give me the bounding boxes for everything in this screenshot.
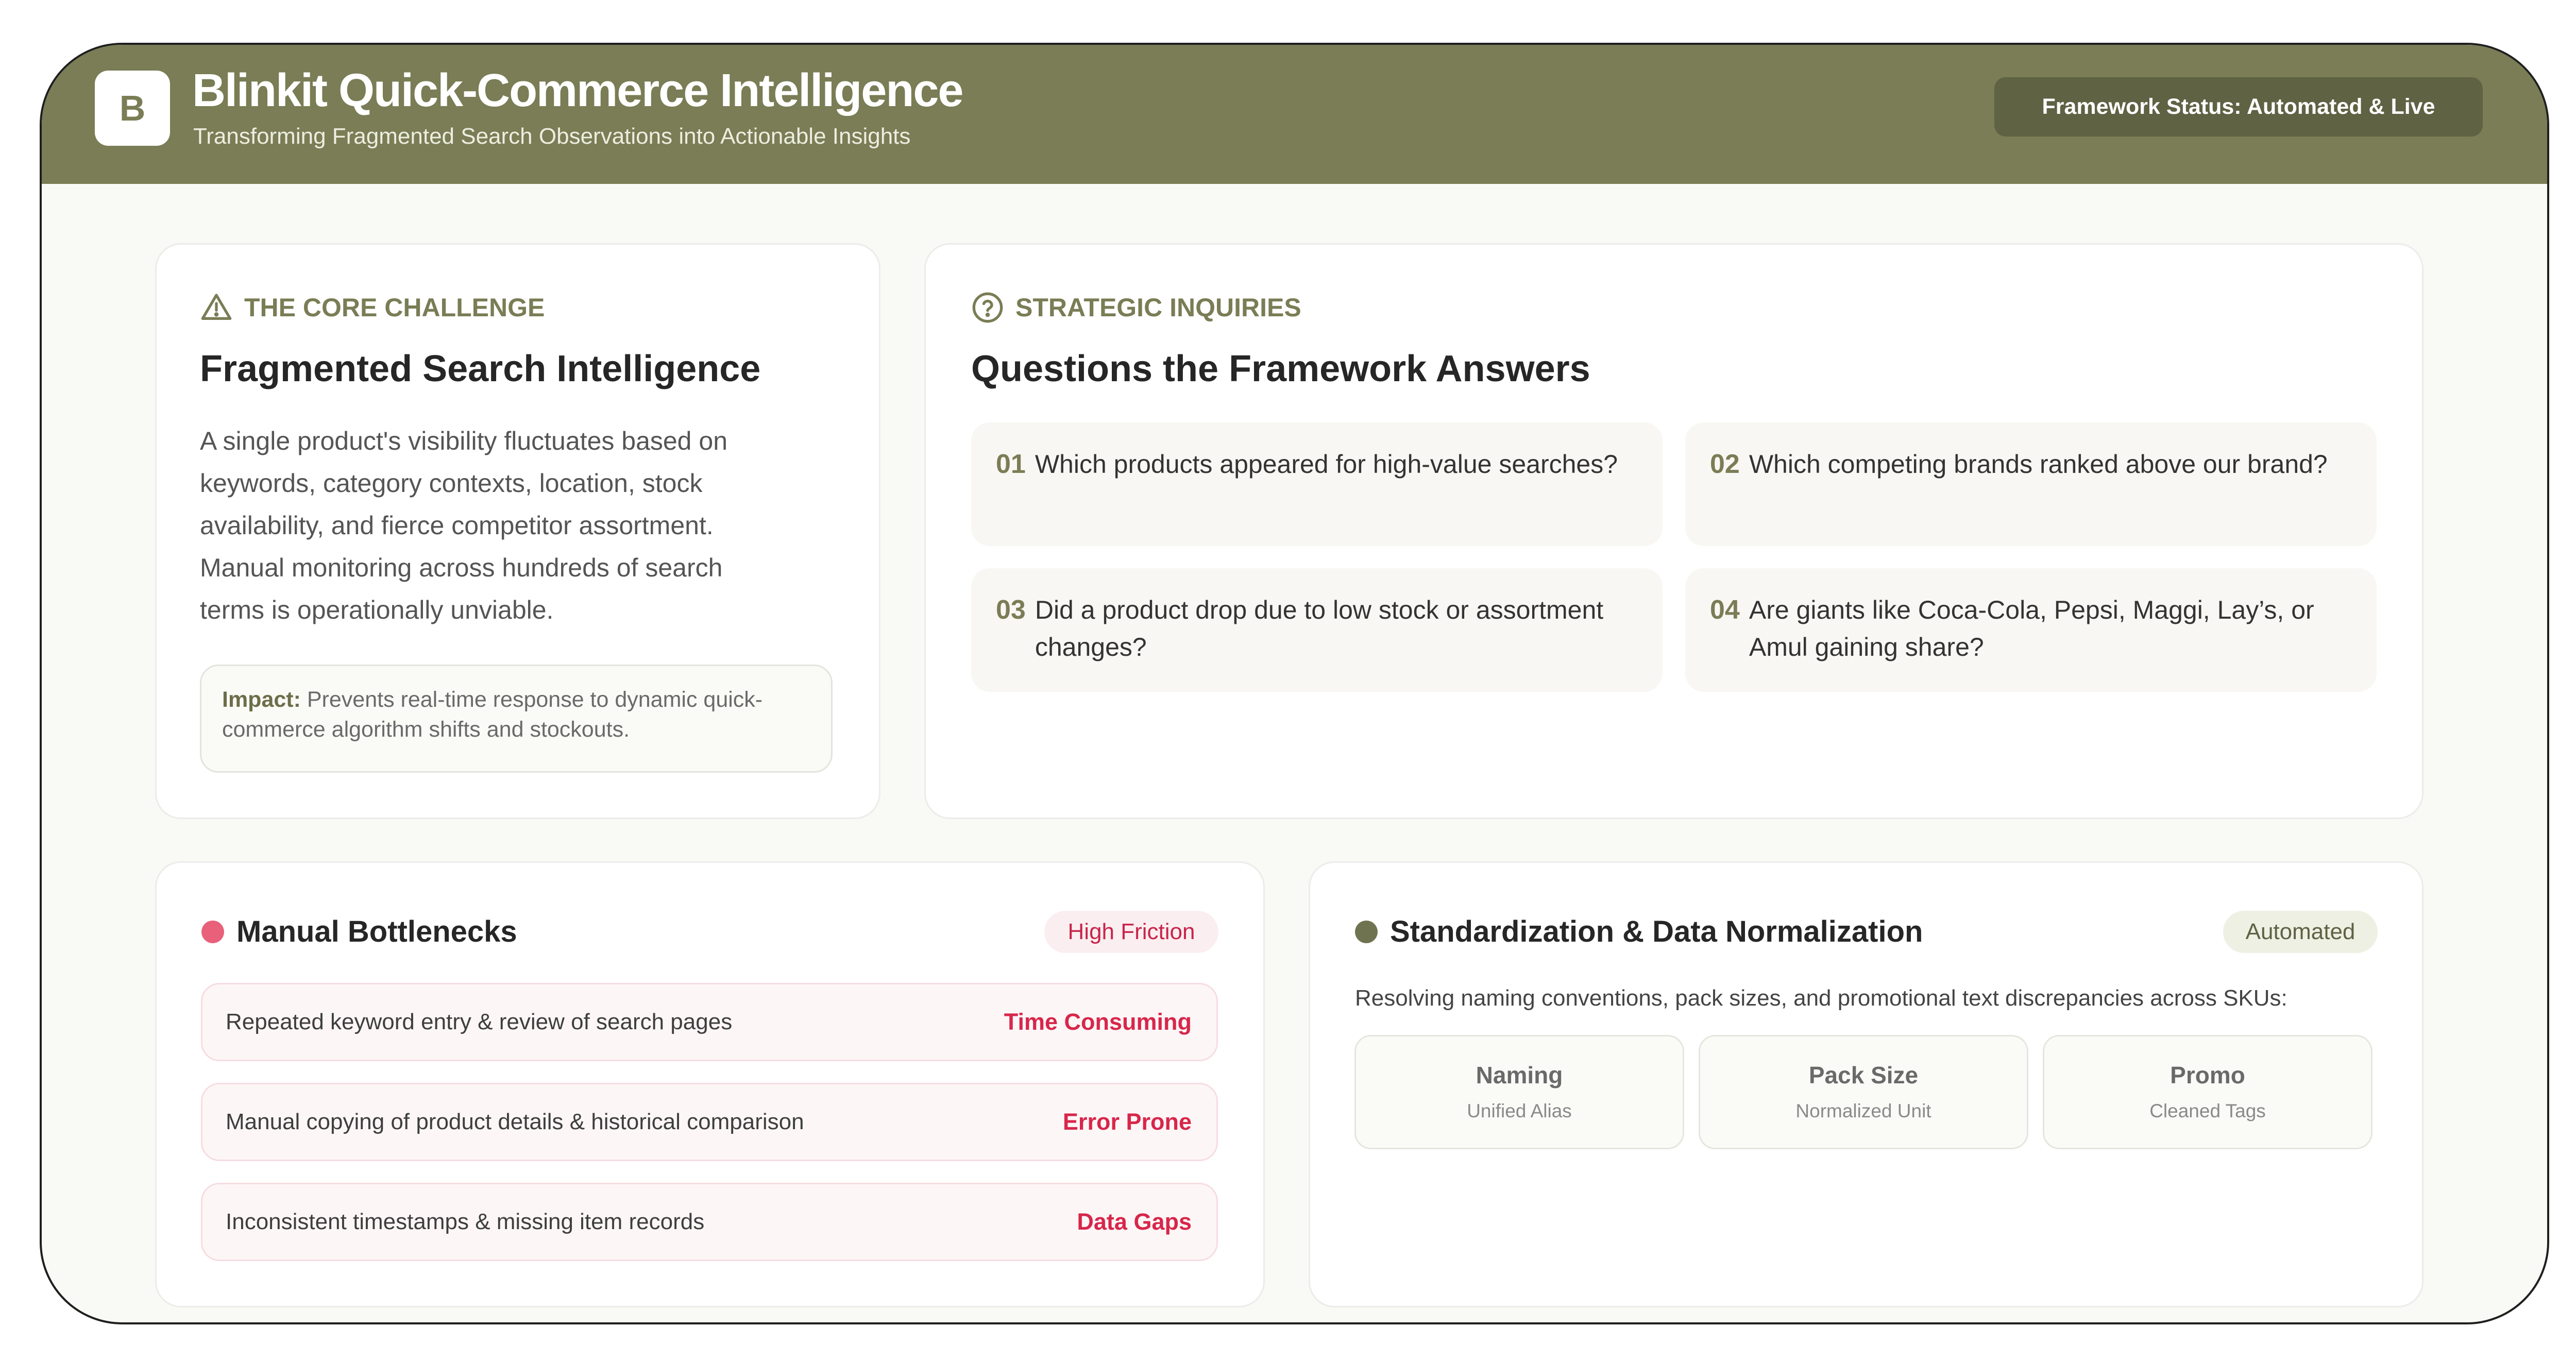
normalization-card: Standardization & Data Normalization Aut… (1309, 861, 2424, 1307)
normalization-box: Naming Unified Alias (1354, 1035, 1684, 1149)
question-text: Which products appeared for high-value s… (1035, 450, 1618, 479)
core-challenge-title: Fragmented Search Intelligence (200, 348, 761, 389)
question-card: 01 Which products appeared for high-valu… (971, 422, 1663, 546)
bottleneck-text: Manual copying of product details & hist… (226, 1109, 804, 1134)
normalization-box-label: Pack Size (1808, 1062, 1919, 1088)
app-subtitle: Transforming Fragmented Search Observati… (193, 124, 911, 149)
bottleneck-row: Inconsistent timestamps & missing item r… (201, 1183, 1218, 1261)
strategic-inquiries-card: STRATEGIC INQUIRIES Questions the Framew… (924, 243, 2424, 819)
normalization-box: Promo Cleaned Tags (2043, 1035, 2372, 1149)
manual-bottlenecks-card: Manual Bottlenecks High Friction Repeate… (155, 861, 1265, 1307)
normalization-description: Resolving naming conventions, pack sizes… (1355, 985, 2287, 1011)
question-card: 04 Are giants like Coca-Cola, Pepsi, Mag… (1685, 568, 2377, 692)
question-number: 02 (1710, 449, 1740, 479)
question-number: 01 (996, 449, 1026, 479)
bottleneck-row: Manual copying of product details & hist… (201, 1083, 1218, 1161)
core-challenge-eyebrow: THE CORE CHALLENGE (200, 291, 545, 324)
impact-label: Impact: (222, 687, 301, 712)
app-header: B Blinkit Quick-Commerce Intelligence Tr… (42, 45, 2547, 184)
bottleneck-tag: Time Consuming (1004, 1009, 1192, 1035)
bottleneck-row: Repeated keyword entry & review of searc… (201, 983, 1218, 1061)
brand-logo: B (95, 71, 170, 146)
question-text: Did a product drop due to low stock or a… (1035, 596, 1604, 661)
strategic-inquiries-label: STRATEGIC INQUIRIES (1015, 293, 1301, 322)
normalization-box-sub: Unified Alias (1467, 1100, 1572, 1121)
strategic-inquiries-eyebrow: STRATEGIC INQUIRIES (971, 291, 1301, 324)
question-text: Which competing brands ranked above our … (1749, 450, 2328, 479)
normalization-box-label: Promo (2170, 1062, 2245, 1088)
app-window: B Blinkit Quick-Commerce Intelligence Tr… (40, 43, 2549, 1324)
normalization-box-sub: Cleaned Tags (2149, 1100, 2266, 1121)
description-line: A single product's visibility fluctuates… (200, 427, 727, 455)
automated-badge: Automated (2223, 911, 2378, 953)
core-challenge-label: THE CORE CHALLENGE (244, 293, 545, 322)
high-friction-badge: High Friction (1044, 911, 1218, 953)
normalization-box-label: Naming (1476, 1062, 1563, 1088)
core-challenge-card: THE CORE CHALLENGE Fragmented Search Int… (155, 243, 880, 819)
question-text: Are giants like Coca-Cola, Pepsi, Maggi,… (1749, 596, 2314, 661)
app-title: Blinkit Quick-Commerce Intelligence (192, 65, 963, 116)
bottleneck-tag: Error Prone (1062, 1109, 1192, 1135)
framework-status-badge: Framework Status: Automated & Live (1994, 77, 2483, 137)
core-challenge-description: A single product's visibility fluctuates… (200, 420, 849, 631)
status-dot (201, 921, 224, 943)
description-line: terms is operationally unviable. (200, 596, 554, 624)
question-card: 02 Which competing brands ranked above o… (1685, 422, 2377, 546)
impact-note: Impact: Prevents real-time response to d… (200, 665, 833, 773)
question-circle-icon (972, 292, 1003, 323)
impact-text: Prevents real-time response to dynamic q… (222, 687, 763, 742)
description-line: keywords, category contexts, location, s… (200, 469, 703, 498)
question-card: 03 Did a product drop due to low stock o… (971, 568, 1663, 692)
question-number: 03 (996, 595, 1026, 625)
normalization-title: Standardization & Data Normalization (1390, 915, 1923, 948)
normalization-box: Pack Size Normalized Unit (1699, 1035, 2028, 1149)
bottleneck-tag: Data Gaps (1077, 1209, 1192, 1235)
question-number: 04 (1710, 595, 1740, 625)
status-dot (1355, 921, 1378, 943)
description-line: availability, and fierce competitor asso… (200, 511, 714, 540)
manual-bottlenecks-title: Manual Bottlenecks (236, 915, 517, 948)
strategic-inquiries-title: Questions the Framework Answers (971, 348, 1590, 389)
bottleneck-text: Repeated keyword entry & review of searc… (226, 1009, 733, 1034)
normalization-box-sub: Normalized Unit (1795, 1100, 1931, 1121)
warning-triangle-icon (201, 294, 232, 320)
description-line: Manual monitoring across hundreds of sea… (200, 553, 723, 582)
bottleneck-text: Inconsistent timestamps & missing item r… (226, 1209, 705, 1234)
